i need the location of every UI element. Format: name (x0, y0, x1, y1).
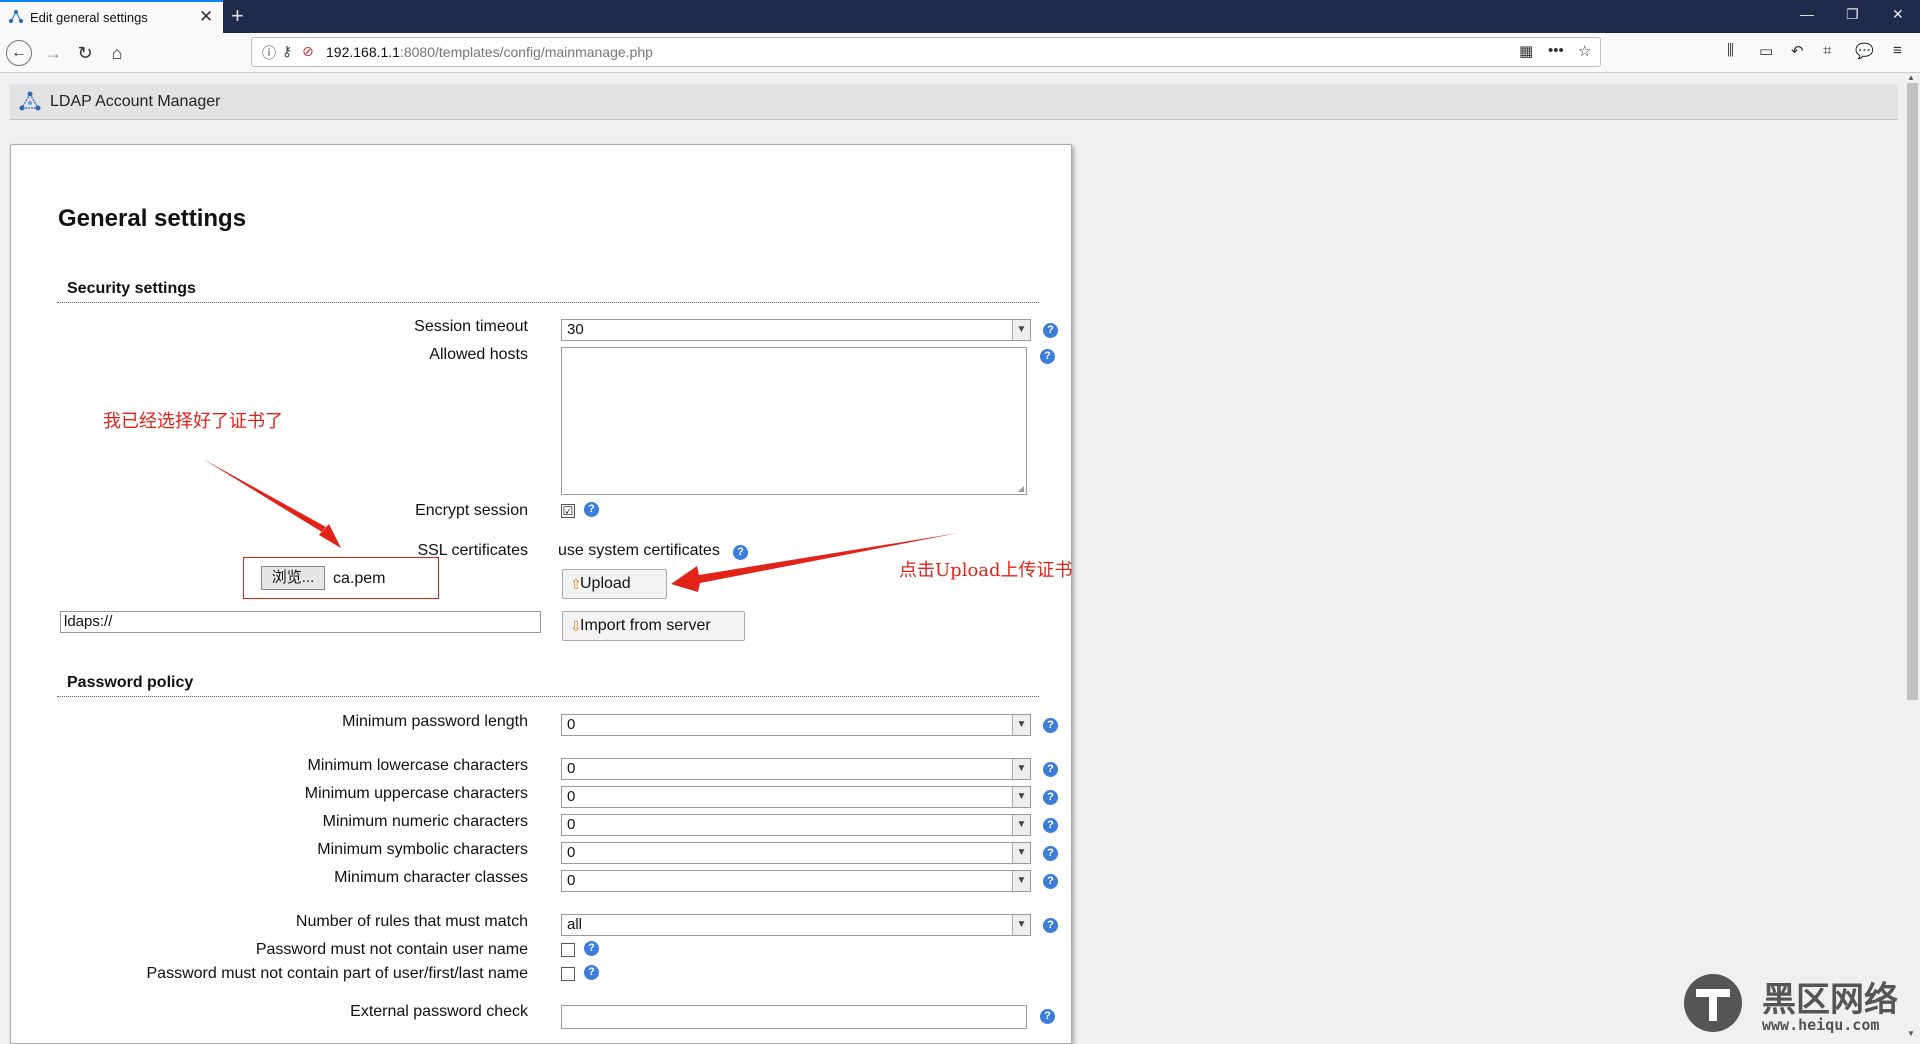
watermark-logo-icon (1684, 974, 1742, 1032)
annotation-arrows (203, 459, 958, 592)
watermark: 黑区网络 www.heiqu.com (1682, 972, 1906, 1034)
watermark-site: www.heiqu.com (1762, 1016, 1880, 1034)
arrow-to-file-icon (203, 459, 341, 548)
arrow-to-upload-icon (671, 533, 958, 592)
watermark-brand: 黑区网络 (1762, 980, 1898, 1020)
